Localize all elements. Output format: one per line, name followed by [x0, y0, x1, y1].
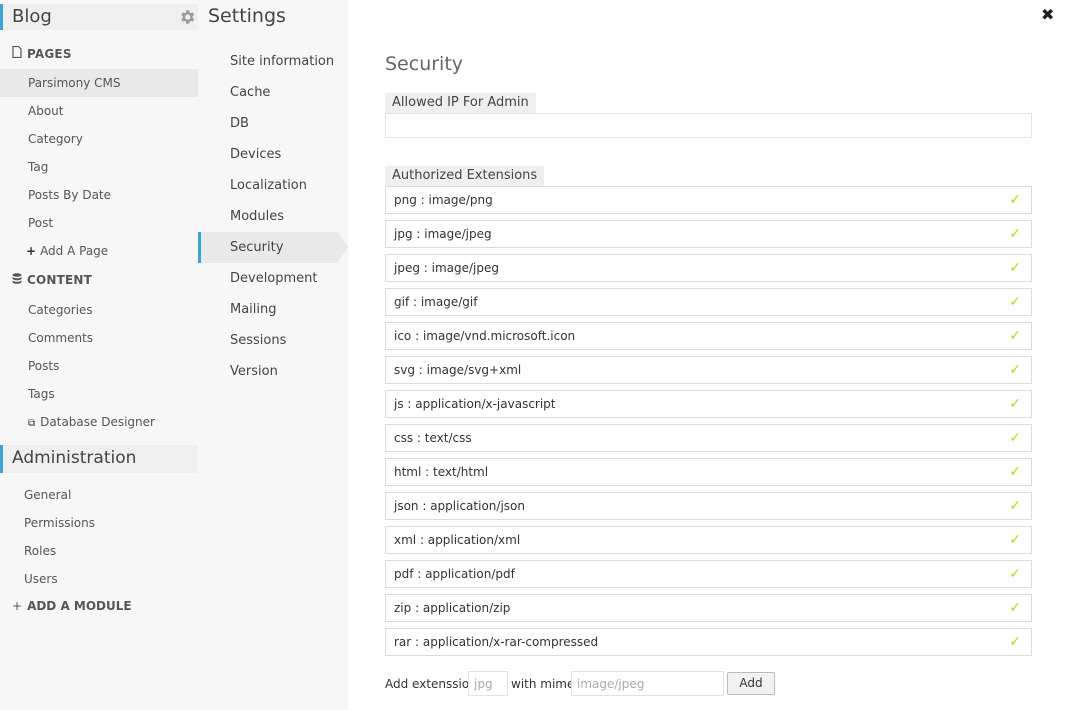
- sidebar-item-comments[interactable]: Comments: [0, 324, 198, 352]
- admin-item-general[interactable]: General: [0, 481, 198, 509]
- content-section-title: CONTENT: [12, 273, 92, 287]
- check-icon[interactable]: ✓: [1009, 595, 1021, 621]
- settings-item-security[interactable]: Security: [198, 232, 348, 263]
- settings-item-cache[interactable]: Cache: [198, 77, 338, 108]
- settings-item-devices[interactable]: Devices: [198, 139, 338, 170]
- extension-row[interactable]: ico : image/vnd.microsoft.icon ✓: [385, 322, 1032, 350]
- admin-item-permissions[interactable]: Permissions: [0, 509, 198, 537]
- extension-input[interactable]: [468, 671, 508, 696]
- extension-row[interactable]: zip : application/zip ✓: [385, 594, 1032, 622]
- settings-item-mailing[interactable]: Mailing: [198, 294, 338, 325]
- check-icon[interactable]: ✓: [1009, 187, 1021, 213]
- check-icon[interactable]: ✓: [1009, 629, 1021, 655]
- extension-row[interactable]: png : image/png ✓: [385, 186, 1032, 214]
- sidebar-item-tag[interactable]: Tag: [0, 153, 198, 181]
- blog-title: Blog: [12, 6, 52, 27]
- allowed-ip-input[interactable]: [385, 113, 1032, 138]
- settings-item-modules[interactable]: Modules: [198, 201, 338, 232]
- with-mime-label: with mime: [511, 677, 575, 691]
- check-icon[interactable]: ✓: [1009, 391, 1021, 417]
- extension-row[interactable]: js : application/x-javascript ✓: [385, 390, 1032, 418]
- admin-item-users[interactable]: Users: [0, 565, 198, 593]
- admin-item-roles[interactable]: Roles: [0, 537, 198, 565]
- settings-item-site-information[interactable]: Site information: [198, 46, 338, 77]
- extension-row[interactable]: pdf : application/pdf ✓: [385, 560, 1032, 588]
- extension-row[interactable]: svg : image/svg+xml ✓: [385, 356, 1032, 384]
- check-icon[interactable]: ✓: [1009, 561, 1021, 587]
- database-icon: [12, 273, 24, 287]
- pages-section-title: PAGES: [12, 45, 72, 61]
- left-sidebar: Blog PAGES Parsimony CMS About Category …: [0, 0, 198, 710]
- check-icon[interactable]: ✓: [1009, 425, 1021, 451]
- check-icon[interactable]: ✓: [1009, 527, 1021, 553]
- sidebar-item-posts-by-date[interactable]: Posts By Date: [0, 181, 198, 209]
- database-designer-link[interactable]: ⧉ Database Designer: [0, 408, 198, 436]
- administration-title: Administration: [12, 448, 137, 468]
- sidebar-item-tags[interactable]: Tags: [0, 380, 198, 408]
- sidebar-item-categories[interactable]: Categories: [0, 296, 198, 324]
- sidebar-item-parsimony-cms[interactable]: Parsimony CMS: [0, 69, 198, 97]
- extension-row[interactable]: json : application/json ✓: [385, 492, 1032, 520]
- extension-row[interactable]: xml : application/xml ✓: [385, 526, 1032, 554]
- close-icon[interactable]: ✖: [1041, 5, 1054, 24]
- check-icon[interactable]: ✓: [1009, 255, 1021, 281]
- page-icon: [12, 45, 24, 61]
- check-icon[interactable]: ✓: [1009, 459, 1021, 485]
- blog-header[interactable]: Blog: [0, 4, 198, 30]
- extension-row[interactable]: gif : image/gif ✓: [385, 288, 1032, 316]
- settings-item-version[interactable]: Version: [198, 356, 338, 387]
- extension-row[interactable]: css : text/css ✓: [385, 424, 1032, 452]
- settings-item-sessions[interactable]: Sessions: [198, 325, 338, 356]
- extension-row[interactable]: jpeg : image/jpeg ✓: [385, 254, 1032, 282]
- plus-icon: +: [12, 599, 23, 613]
- extension-row[interactable]: html : text/html ✓: [385, 458, 1032, 486]
- settings-item-db[interactable]: DB: [198, 108, 338, 139]
- settings-item-development[interactable]: Development: [198, 263, 338, 294]
- sidebar-item-about[interactable]: About: [0, 97, 198, 125]
- sidebar-item-posts[interactable]: Posts: [0, 352, 198, 380]
- mime-input[interactable]: [571, 671, 724, 696]
- check-icon[interactable]: ✓: [1009, 493, 1021, 519]
- check-icon[interactable]: ✓: [1009, 357, 1021, 383]
- add-module-link[interactable]: + ADD A MODULE: [12, 599, 132, 613]
- gear-icon[interactable]: [178, 8, 196, 26]
- sidebar-item-post[interactable]: Post: [0, 209, 198, 237]
- allowed-ip-label: Allowed IP For Admin: [385, 93, 536, 113]
- check-icon[interactable]: ✓: [1009, 221, 1021, 247]
- check-icon[interactable]: ✓: [1009, 289, 1021, 315]
- settings-item-localization[interactable]: Localization: [198, 170, 338, 201]
- add-extension-label: Add extenssion: [385, 677, 477, 691]
- extension-row[interactable]: rar : application/x-rar-compressed ✓: [385, 628, 1032, 656]
- external-link-icon: ⧉: [28, 418, 36, 429]
- check-icon[interactable]: ✓: [1009, 323, 1021, 349]
- authorized-extensions-label: Authorized Extensions: [385, 166, 545, 186]
- panel-title: Security: [385, 53, 464, 75]
- extension-row[interactable]: jpg : image/jpeg ✓: [385, 220, 1032, 248]
- settings-title: Settings: [208, 5, 286, 27]
- administration-header: Administration: [0, 445, 198, 473]
- add-page-link[interactable]: + Add A Page: [0, 237, 198, 265]
- sidebar-item-category[interactable]: Category: [0, 125, 198, 153]
- plus-icon: +: [26, 244, 37, 258]
- add-extension-button[interactable]: Add: [727, 672, 775, 695]
